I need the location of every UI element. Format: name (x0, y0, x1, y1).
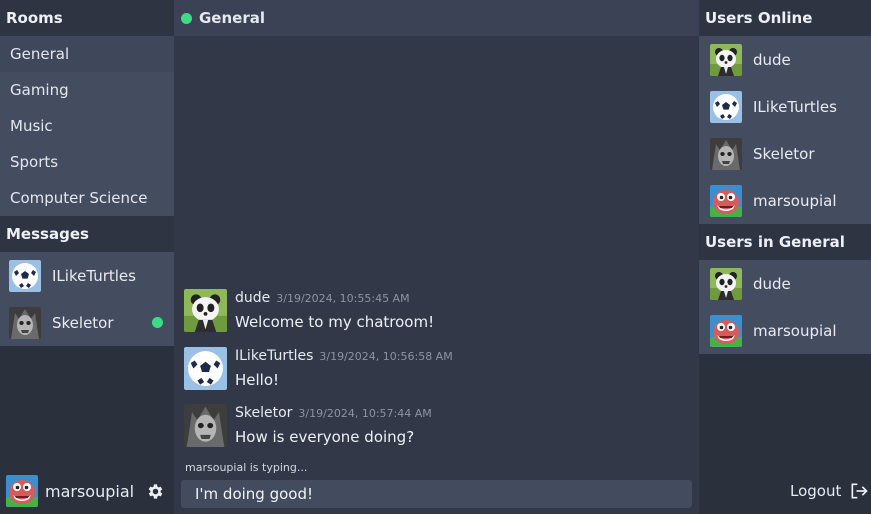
online-user-item[interactable]: Skeletor (699, 130, 871, 177)
user-name: marsoupial (753, 191, 837, 210)
channel-header: General (174, 0, 699, 36)
user-name: dude (753, 50, 791, 69)
message-author[interactable]: dude (235, 290, 270, 306)
online-users-heading: Users Online (699, 0, 871, 36)
online-user-item[interactable]: dude (699, 36, 871, 83)
message-input[interactable] (181, 480, 692, 508)
user-name: Skeletor (753, 144, 815, 163)
user-name: dude (753, 274, 791, 293)
dm-item-iliketurtles[interactable]: ILikeTurtles (0, 252, 174, 299)
avatar (710, 44, 742, 76)
dm-item-skeletor[interactable]: Skeletor (0, 299, 174, 346)
message-author[interactable]: Skeletor (235, 405, 292, 421)
avatar (710, 91, 742, 123)
message-timestamp: 3/19/2024, 10:57:44 AM (298, 407, 432, 420)
room-users-heading: Users in General (699, 224, 871, 260)
logout-icon (851, 483, 869, 499)
channel-status-dot (181, 12, 192, 24)
rooms-heading: Rooms (0, 0, 174, 36)
chat-message: dude 3/19/2024, 10:55:45 AM Welcome to my… (184, 289, 694, 335)
avatar (710, 315, 742, 347)
channel-title: General (199, 9, 265, 27)
message-text: How is everyone doing? (235, 428, 415, 446)
chat-panel: General dude 3/19/2024, 10:55:45 AM Welco… (174, 0, 699, 514)
chat-message: Skeletor 3/19/2024, 10:57:44 AM How is ev… (184, 404, 694, 450)
message-timestamp: 3/19/2024, 10:56:58 AM (319, 350, 453, 363)
room-item-sports[interactable]: Sports (0, 144, 174, 180)
dm-name: Skeletor (52, 313, 114, 332)
message-timestamp: 3/19/2024, 10:55:45 AM (276, 292, 410, 305)
message-avatar[interactable] (184, 404, 227, 447)
room-user-item[interactable]: dude (699, 260, 871, 307)
chat-message: ILikeTurtles 3/19/2024, 10:56:58 AM Hello… (184, 347, 694, 393)
current-user-name: marsoupial (45, 481, 135, 501)
current-user-avatar (6, 475, 38, 507)
online-user-item[interactable]: ILikeTurtles (699, 83, 871, 130)
logout-label: Logout (790, 482, 842, 500)
message-text: Hello! (235, 371, 280, 389)
logout-button[interactable]: Logout (790, 481, 869, 501)
current-user-bar: marsoupial (0, 468, 174, 514)
unread-indicator (152, 317, 163, 328)
message-avatar[interactable] (184, 289, 227, 332)
avatar (9, 307, 41, 339)
right-sidebar: Users Online dude ILikeTurtles Skeletor … (699, 0, 871, 514)
room-item-computer-science[interactable]: Computer Science (0, 180, 174, 216)
room-item-music[interactable]: Music (0, 108, 174, 144)
gear-icon[interactable] (146, 482, 165, 501)
room-user-item[interactable]: marsoupial (699, 307, 871, 354)
avatar (710, 268, 742, 300)
left-sidebar: Rooms General Gaming Music Sports Comput… (0, 0, 174, 514)
user-name: ILikeTurtles (753, 97, 837, 116)
message-author[interactable]: ILikeTurtles (235, 348, 313, 364)
message-avatar[interactable] (184, 347, 227, 390)
avatar (9, 260, 41, 292)
room-item-gaming[interactable]: Gaming (0, 72, 174, 108)
dm-name: ILikeTurtles (52, 266, 136, 285)
user-name: marsoupial (753, 321, 837, 340)
avatar (710, 185, 742, 217)
online-user-item[interactable]: marsoupial (699, 177, 871, 224)
messages-heading: Messages (0, 216, 174, 252)
typing-indicator: marsoupial is typing... (185, 461, 308, 474)
room-item-general[interactable]: General (0, 36, 174, 72)
message-text: Welcome to my chatroom! (235, 313, 435, 331)
avatar (710, 138, 742, 170)
